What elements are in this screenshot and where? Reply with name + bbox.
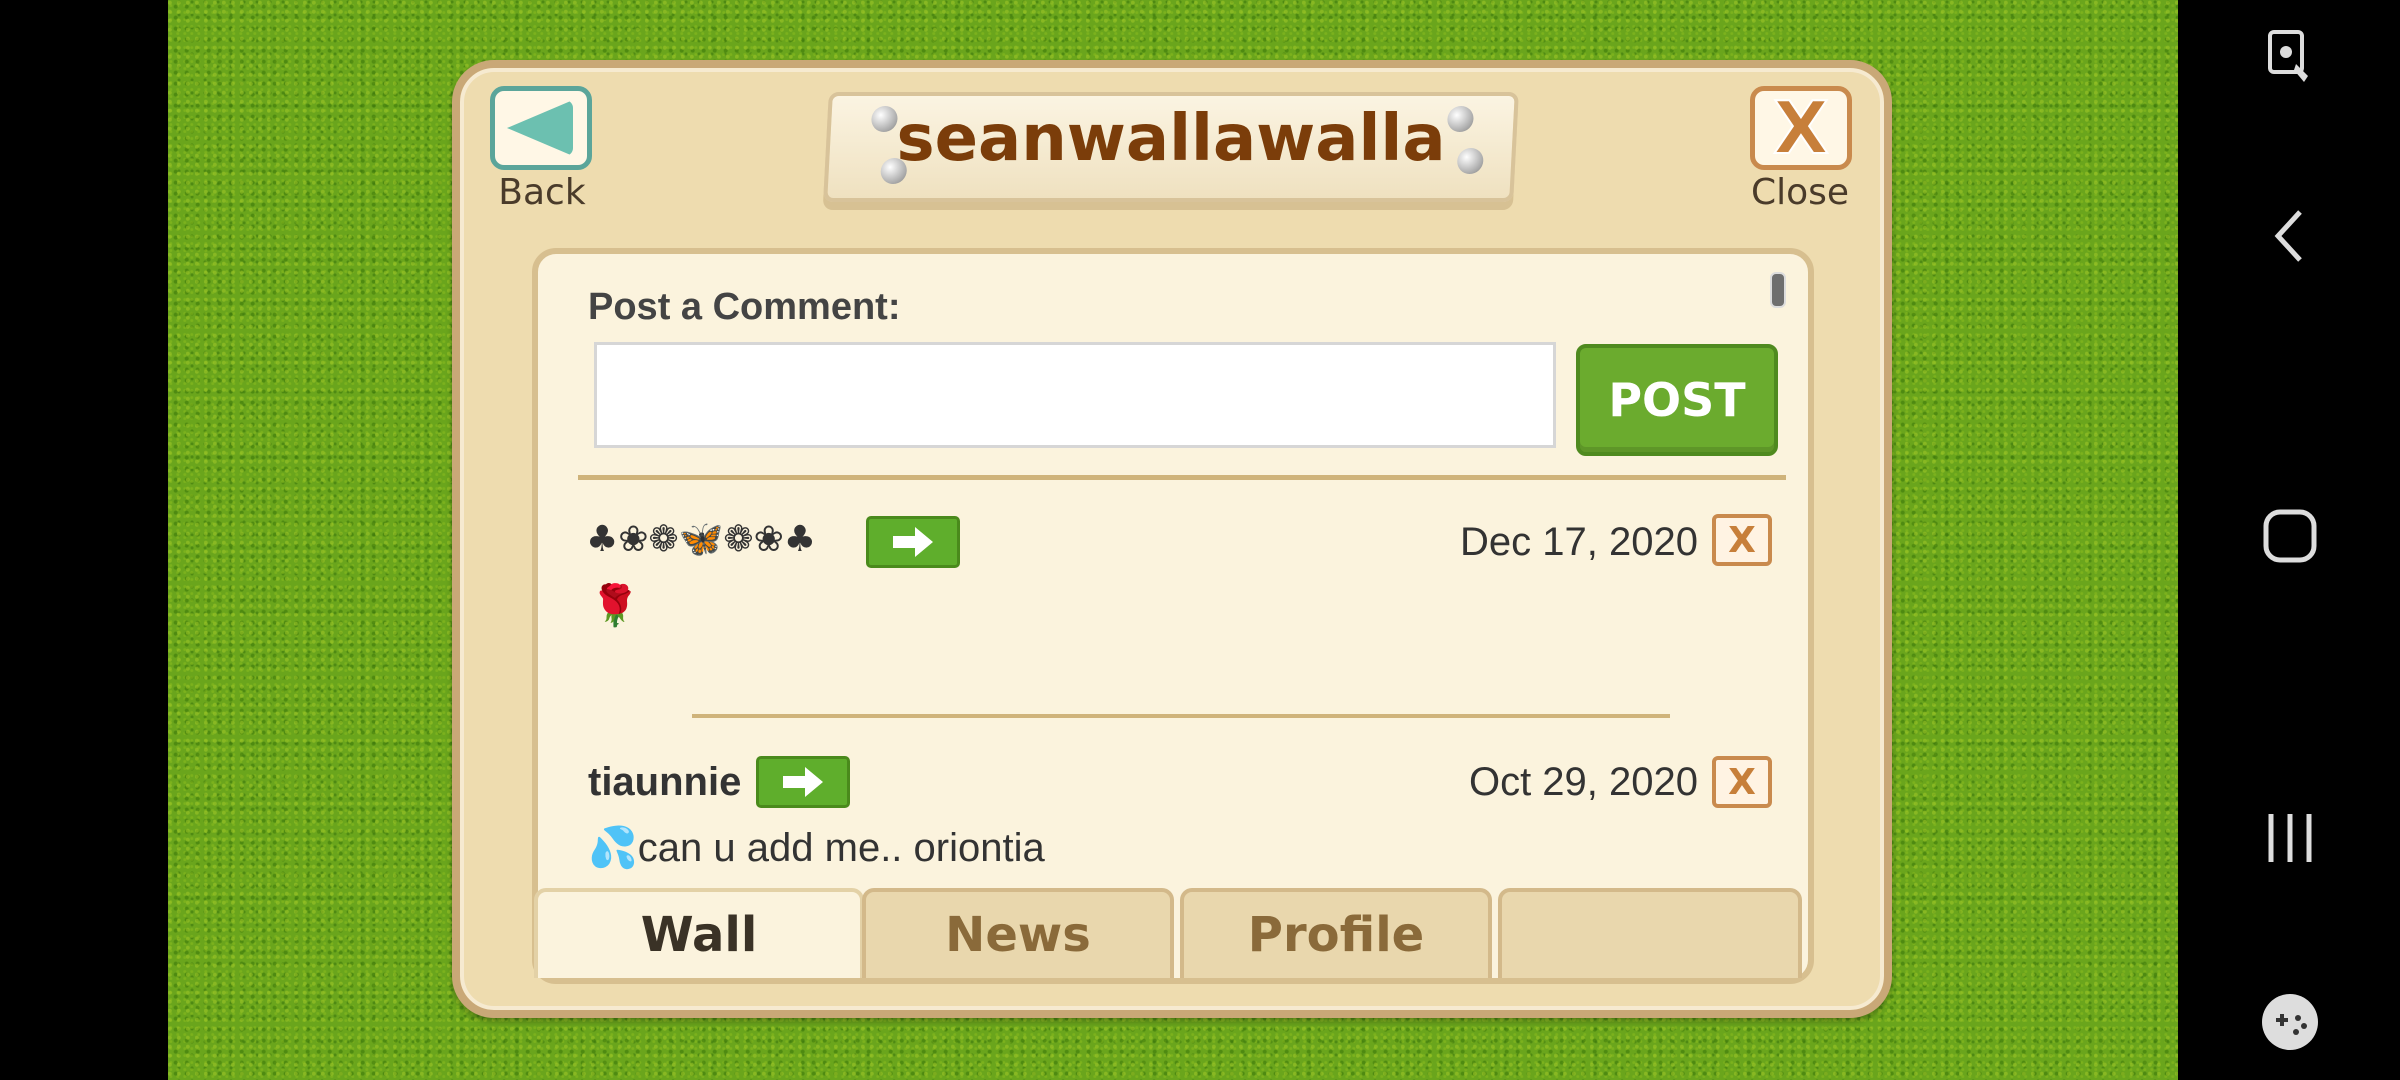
tab-wall[interactable]: Wall [534,888,864,978]
divider [692,714,1670,718]
close-icon: X [1728,761,1756,803]
close-icon: X [1728,519,1756,561]
back-icon[interactable] [2272,208,2308,269]
page-title: seanwallawalla [896,102,1446,176]
comment-message: 🌹 [590,584,640,628]
post-button[interactable]: POST [1576,344,1778,456]
comment-author: tiaunnie [588,760,742,804]
tab-empty[interactable] [1498,888,1802,978]
post-comment-label: Post a Comment: [588,286,901,328]
divider [578,475,1786,480]
comment-input[interactable] [594,342,1556,448]
tab-news[interactable]: News [862,888,1174,978]
close-icon: X [1772,85,1830,171]
back-arrow-icon [507,100,573,156]
close-button[interactable]: X [1750,85,1852,171]
arrow-right-icon [893,527,933,557]
comment-date: Dec 17, 2020 [1460,520,1698,564]
visit-profile-button[interactable] [866,516,960,568]
comment-date: Oct 29, 2020 [1468,760,1698,804]
accessibility-icon[interactable] [2268,30,2312,91]
visit-profile-button[interactable] [756,756,850,808]
scrollbar[interactable] [1770,272,1786,308]
close-label: Close [1750,172,1850,213]
delete-comment-button[interactable]: X [1712,514,1772,566]
arrow-right-icon [783,767,823,797]
comment-message: 💦can u add me.. oriontia [588,826,1045,870]
back-label: Back [498,172,586,213]
back-button[interactable] [490,86,592,170]
tab-profile[interactable]: Profile [1180,888,1492,978]
home-icon[interactable] [2262,508,2318,569]
recents-icon[interactable] [2265,812,2315,869]
comment-author: ♣❀❁🦋❁❀♣ [586,519,817,560]
game-launcher-icon[interactable] [2260,992,2320,1057]
delete-comment-button[interactable]: X [1712,756,1772,808]
